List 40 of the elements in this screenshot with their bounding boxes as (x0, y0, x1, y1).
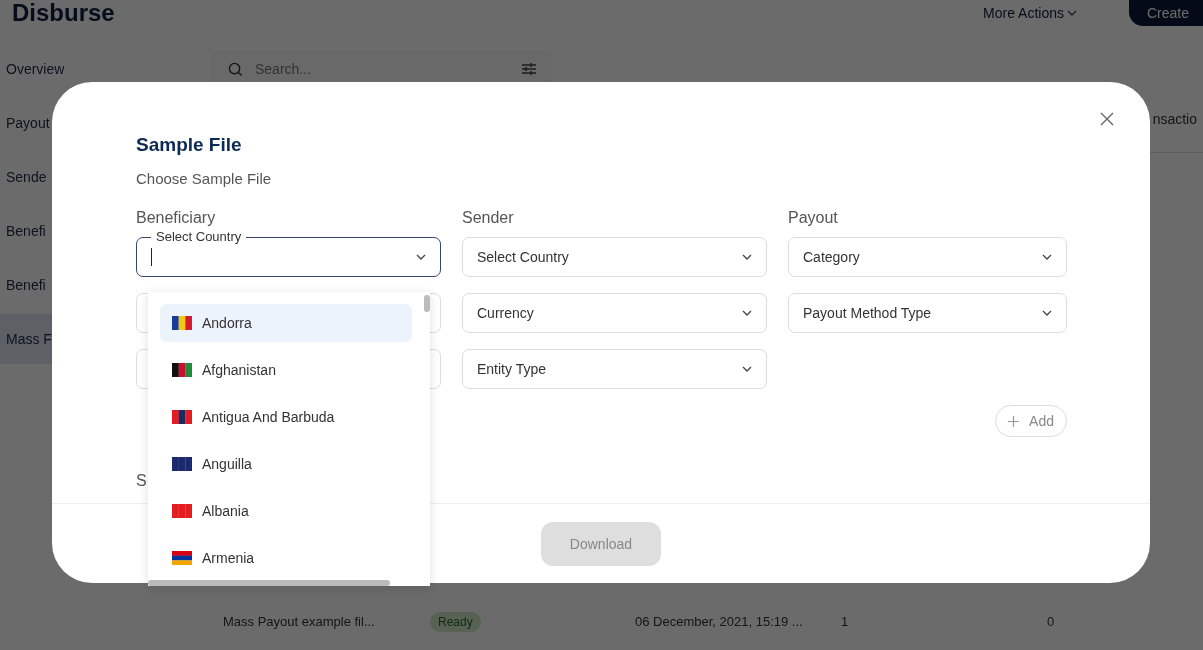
country-option[interactable]: Antigua And Barbuda (160, 398, 412, 436)
group-heading: Sender (462, 209, 515, 227)
group-heading: Beneficiary (136, 209, 217, 227)
filter-icon[interactable] (522, 62, 536, 76)
scrollbar[interactable] (424, 295, 430, 312)
plus-icon (1008, 415, 1020, 427)
country-option[interactable]: Anguilla (160, 445, 412, 483)
chevron-down-icon (742, 310, 752, 316)
flag-icon (172, 457, 192, 471)
country-option[interactable]: Andorra (160, 304, 412, 342)
chevron-down-icon (742, 366, 752, 372)
search-icon (228, 61, 243, 77)
create-button[interactable]: Create (1128, 0, 1203, 26)
group-heading: Payout (788, 209, 839, 227)
flag-icon (172, 363, 192, 377)
status-badge: Ready (430, 611, 481, 632)
chevron-down-icon (1042, 310, 1052, 316)
page-title: Disburse (12, 0, 116, 27)
scrollbar[interactable] (148, 580, 390, 586)
table-cell-text: Mass Payout example fil... (223, 613, 376, 629)
flag-icon (172, 504, 192, 518)
add-button[interactable]: Add (995, 405, 1067, 437)
column-header: nsactio (1152, 111, 1197, 127)
dialog-title: Sample File (136, 134, 243, 156)
country-option[interactable]: Armenia (160, 539, 412, 577)
chevron-down-icon (1042, 254, 1052, 260)
chevron-down-icon (742, 254, 752, 260)
table-cell-text: 0 (1047, 613, 1056, 629)
table-cell-text: 1 (841, 613, 850, 629)
close-icon[interactable] (1100, 112, 1114, 126)
flag-icon (172, 316, 192, 330)
chevron-down-icon (416, 254, 426, 260)
flag-icon (172, 410, 192, 424)
more-actions-menu[interactable]: More Actions (983, 5, 1077, 21)
section-heading: S (136, 472, 148, 490)
country-option[interactable]: Albania (160, 492, 412, 530)
dialog-subtitle: Choose Sample File (136, 170, 273, 187)
chevron-down-icon (1066, 10, 1077, 16)
table-cell-text: 06 December, 2021, 15:19 ... (635, 613, 804, 629)
flag-icon (172, 551, 192, 565)
